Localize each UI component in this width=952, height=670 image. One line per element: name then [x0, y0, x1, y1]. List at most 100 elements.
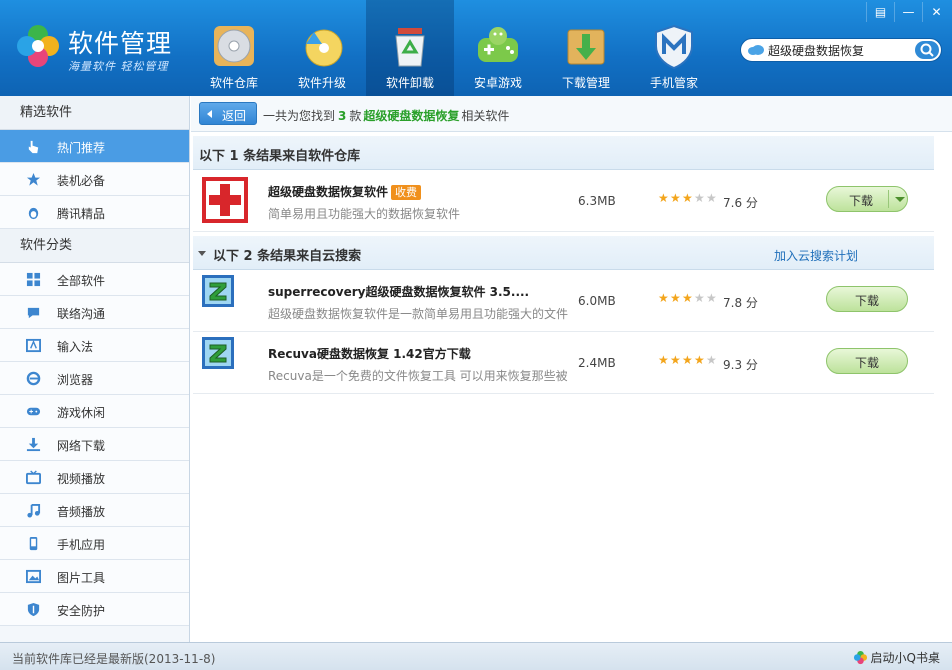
result-size: 6.0MB — [578, 294, 616, 308]
chevron-down-icon[interactable] — [895, 197, 905, 202]
button-divider — [888, 190, 889, 208]
result-size: 6.3MB — [578, 194, 616, 208]
star-filled-icon: ★ — [658, 291, 669, 305]
back-arrow-icon — [207, 110, 212, 118]
close-icon[interactable]: ✕ — [922, 2, 950, 22]
sidebar-section-categories: 软件分类 — [0, 229, 189, 263]
recycle-bin-icon — [395, 28, 425, 67]
results-summary: 一共为您找到 3 款超级硬盘数据恢复 相关软件 — [263, 107, 509, 124]
z-app-icon — [202, 275, 234, 307]
sidebar-item-audio[interactable]: 音频播放 — [0, 494, 189, 527]
sidebar-item-all[interactable]: 全部软件 — [0, 263, 189, 296]
sidebar-item-tencent[interactable]: 腾讯精品 — [0, 196, 189, 229]
result-title[interactable]: Recuva硬盘数据恢复 1.42官方下载 — [268, 345, 471, 362]
nav-android-games[interactable]: 安卓游戏 — [454, 0, 542, 96]
result-title[interactable]: superrecovery超级硬盘数据恢复软件 3.5.... — [268, 283, 529, 300]
sidebar-item-label: 浏览器 — [57, 373, 94, 387]
star-empty-icon: ★ — [706, 353, 717, 367]
collapse-triangle-icon[interactable] — [198, 251, 206, 256]
nav-label: 安卓游戏 — [473, 76, 522, 90]
download-button[interactable]: 下载 — [826, 348, 908, 374]
star-filled-icon: ★ — [682, 353, 693, 367]
sidebar-item-mobile[interactable]: 手机应用 — [0, 527, 189, 560]
sidebar-item-video[interactable]: 视频播放 — [0, 461, 189, 494]
results-toolbar: 返回 一共为您找到 3 款超级硬盘数据恢复 相关软件 — [191, 96, 952, 132]
download-button[interactable]: 下载 — [826, 186, 908, 212]
result-row: Recuva硬盘数据恢复 1.42官方下载 Recuva是一个免费的文件恢复工具… — [193, 332, 934, 394]
rating-stars: ★ ★ ★ ★ ★ — [658, 292, 718, 304]
download-button-label: 下载 — [854, 294, 879, 308]
sidebar-section-featured: 精选软件 — [0, 96, 189, 130]
shield-icon — [27, 602, 40, 617]
sidebar-item-label: 输入法 — [57, 340, 94, 354]
nav-phone-manager[interactable]: 手机管家 — [630, 0, 718, 96]
search-icon — [920, 43, 934, 57]
result-count: 3 — [338, 109, 347, 123]
launch-desktop-label: 启动小Q书桌 — [870, 651, 940, 665]
sidebar-item-communication[interactable]: 联络沟通 — [0, 296, 189, 329]
sidebar-item-input-method[interactable]: 输入法 — [0, 329, 189, 362]
star-empty-icon: ★ — [706, 291, 717, 305]
sidebar-item-label: 音频播放 — [57, 505, 106, 519]
sidebar-item-label: 装机必备 — [57, 174, 106, 188]
sidebar-item-hot[interactable]: 热门推荐 — [0, 130, 189, 163]
download-box-icon — [567, 29, 605, 65]
search-button[interactable] — [915, 41, 939, 59]
sidebar-item-browser[interactable]: 浏览器 — [0, 362, 189, 395]
nav-label: 软件仓库 — [209, 76, 258, 90]
sidebar-item-games[interactable]: 游戏休闲 — [0, 395, 189, 428]
status-text: 当前软件库已经是最新版(2013-11-8) — [12, 652, 216, 666]
result-title-text: 超级硬盘数据恢复软件 — [268, 185, 389, 199]
result-description: 超级硬盘数据恢复软件是一款简单易用且功能强大的文件 — [268, 307, 568, 321]
gamepad-icon — [26, 407, 41, 416]
sidebar-item-label: 图片工具 — [57, 571, 106, 585]
sidebar-item-label: 联络沟通 — [57, 307, 106, 321]
search-keyword: 超级硬盘数据恢复 — [363, 109, 460, 123]
z-app-icon — [202, 337, 234, 369]
back-button-label: 返回 — [222, 109, 247, 123]
summary-unit: 款 — [349, 109, 362, 123]
app-slogan: 海量软件 轻松管理 — [68, 60, 169, 73]
nav-software-store[interactable]: 软件仓库 — [190, 0, 278, 96]
sidebar-item-image-tools[interactable]: 图片工具 — [0, 560, 189, 593]
rating-stars: ★ ★ ★ ★ ★ — [658, 192, 718, 204]
sidebar-item-network-download[interactable]: 网络下载 — [0, 428, 189, 461]
keyboard-icon — [26, 338, 41, 353]
nav-label: 下载管理 — [561, 76, 610, 90]
star-icon — [26, 172, 41, 186]
search-input[interactable] — [768, 42, 914, 58]
nav-download-manager[interactable]: 下载管理 — [542, 0, 630, 96]
paid-badge: 收费 — [391, 185, 422, 200]
nav-label: 软件升级 — [297, 76, 346, 90]
summary-suffix: 相关软件 — [461, 109, 510, 123]
sidebar-item-security[interactable]: 安全防护 — [0, 593, 189, 626]
star-filled-icon: ★ — [682, 191, 693, 205]
minimize-icon[interactable]: — — [894, 2, 922, 22]
nav-label: 手机管家 — [649, 76, 698, 90]
menu-icon[interactable]: ▤ — [866, 2, 894, 22]
red-cross-icon — [202, 177, 248, 223]
android-gamepad-icon — [478, 27, 518, 62]
app-logo-icon — [17, 25, 59, 67]
results-panel: 返回 一共为您找到 3 款超级硬盘数据恢复 相关软件 以下 1 条结果来自软件仓库 超… — [191, 96, 952, 642]
group-header-store: 以下 1 条结果来自软件仓库 — [193, 136, 934, 170]
result-score: 9.3 分 — [723, 358, 758, 372]
title-bar: 软件管理 海量软件 轻松管理 软件仓库 软件升级 软件卸载 安卓游戏 下载管理 … — [0, 0, 952, 96]
nav-software-uninstall[interactable]: 软件卸载 — [366, 0, 454, 96]
result-title[interactable]: 超级硬盘数据恢复软件 收费 — [268, 183, 422, 200]
summary-prefix: 一共为您找到 — [263, 109, 336, 123]
back-button[interactable]: 返回 — [199, 102, 257, 125]
search-box — [740, 38, 942, 62]
phone-icon — [29, 536, 38, 551]
sidebar-item-label: 视频播放 — [57, 472, 106, 486]
download-button[interactable]: 下载 — [826, 286, 908, 312]
result-score: 7.6 分 — [723, 196, 758, 210]
star-filled-icon: ★ — [694, 353, 705, 367]
sidebar-item-essential[interactable]: 装机必备 — [0, 163, 189, 196]
star-filled-icon: ★ — [670, 191, 681, 205]
join-cloud-search-link[interactable]: 加入云搜索计划 — [774, 247, 858, 264]
upgrade-disc-icon — [305, 29, 343, 67]
result-row: 超级硬盘数据恢复软件 收费 简单易用且功能强大的数据恢复软件 6.3MB ★ ★ ★ ★… — [193, 170, 934, 232]
launch-desktop-button[interactable]: 启动小Q书桌 — [853, 649, 940, 666]
nav-software-upgrade[interactable]: 软件升级 — [278, 0, 366, 96]
